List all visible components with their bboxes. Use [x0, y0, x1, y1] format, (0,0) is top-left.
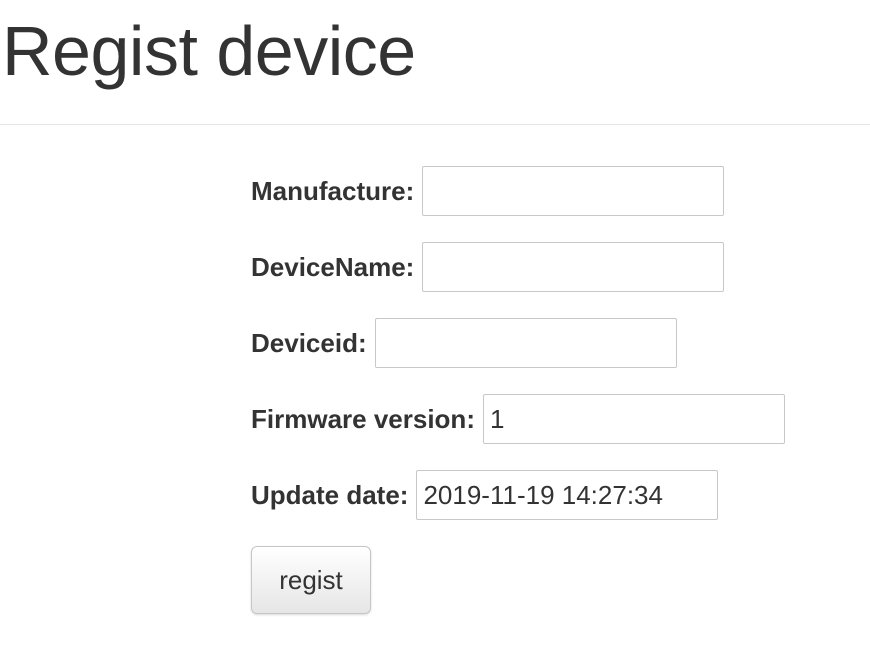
firmware-version-input[interactable] [482, 394, 785, 444]
firmware-version-label: Firmware version: [251, 403, 475, 434]
device-name-input[interactable] [422, 242, 725, 292]
manufacture-label: Manufacture: [251, 175, 415, 206]
manufacture-input[interactable] [422, 166, 725, 216]
page-title: Regist device [2, 12, 416, 90]
regist-button[interactable]: regist [251, 546, 371, 614]
header-divider [0, 124, 870, 125]
device-name-label: DeviceName: [251, 251, 415, 282]
firmware-version-row: Firmware version: [251, 394, 785, 444]
device-id-row: Deviceid: [251, 318, 785, 368]
manufacture-row: Manufacture: [251, 166, 785, 216]
update-date-label: Update date: [251, 479, 409, 510]
device-id-label: Deviceid: [251, 327, 367, 358]
device-id-input[interactable] [374, 318, 677, 368]
update-date-row: Update date: [251, 470, 785, 520]
regist-device-form: Manufacture: DeviceName: Deviceid: Firmw… [251, 166, 785, 614]
update-date-input[interactable] [416, 470, 719, 520]
page: Regist device Manufacture: DeviceName: D… [0, 0, 870, 660]
device-name-row: DeviceName: [251, 242, 785, 292]
